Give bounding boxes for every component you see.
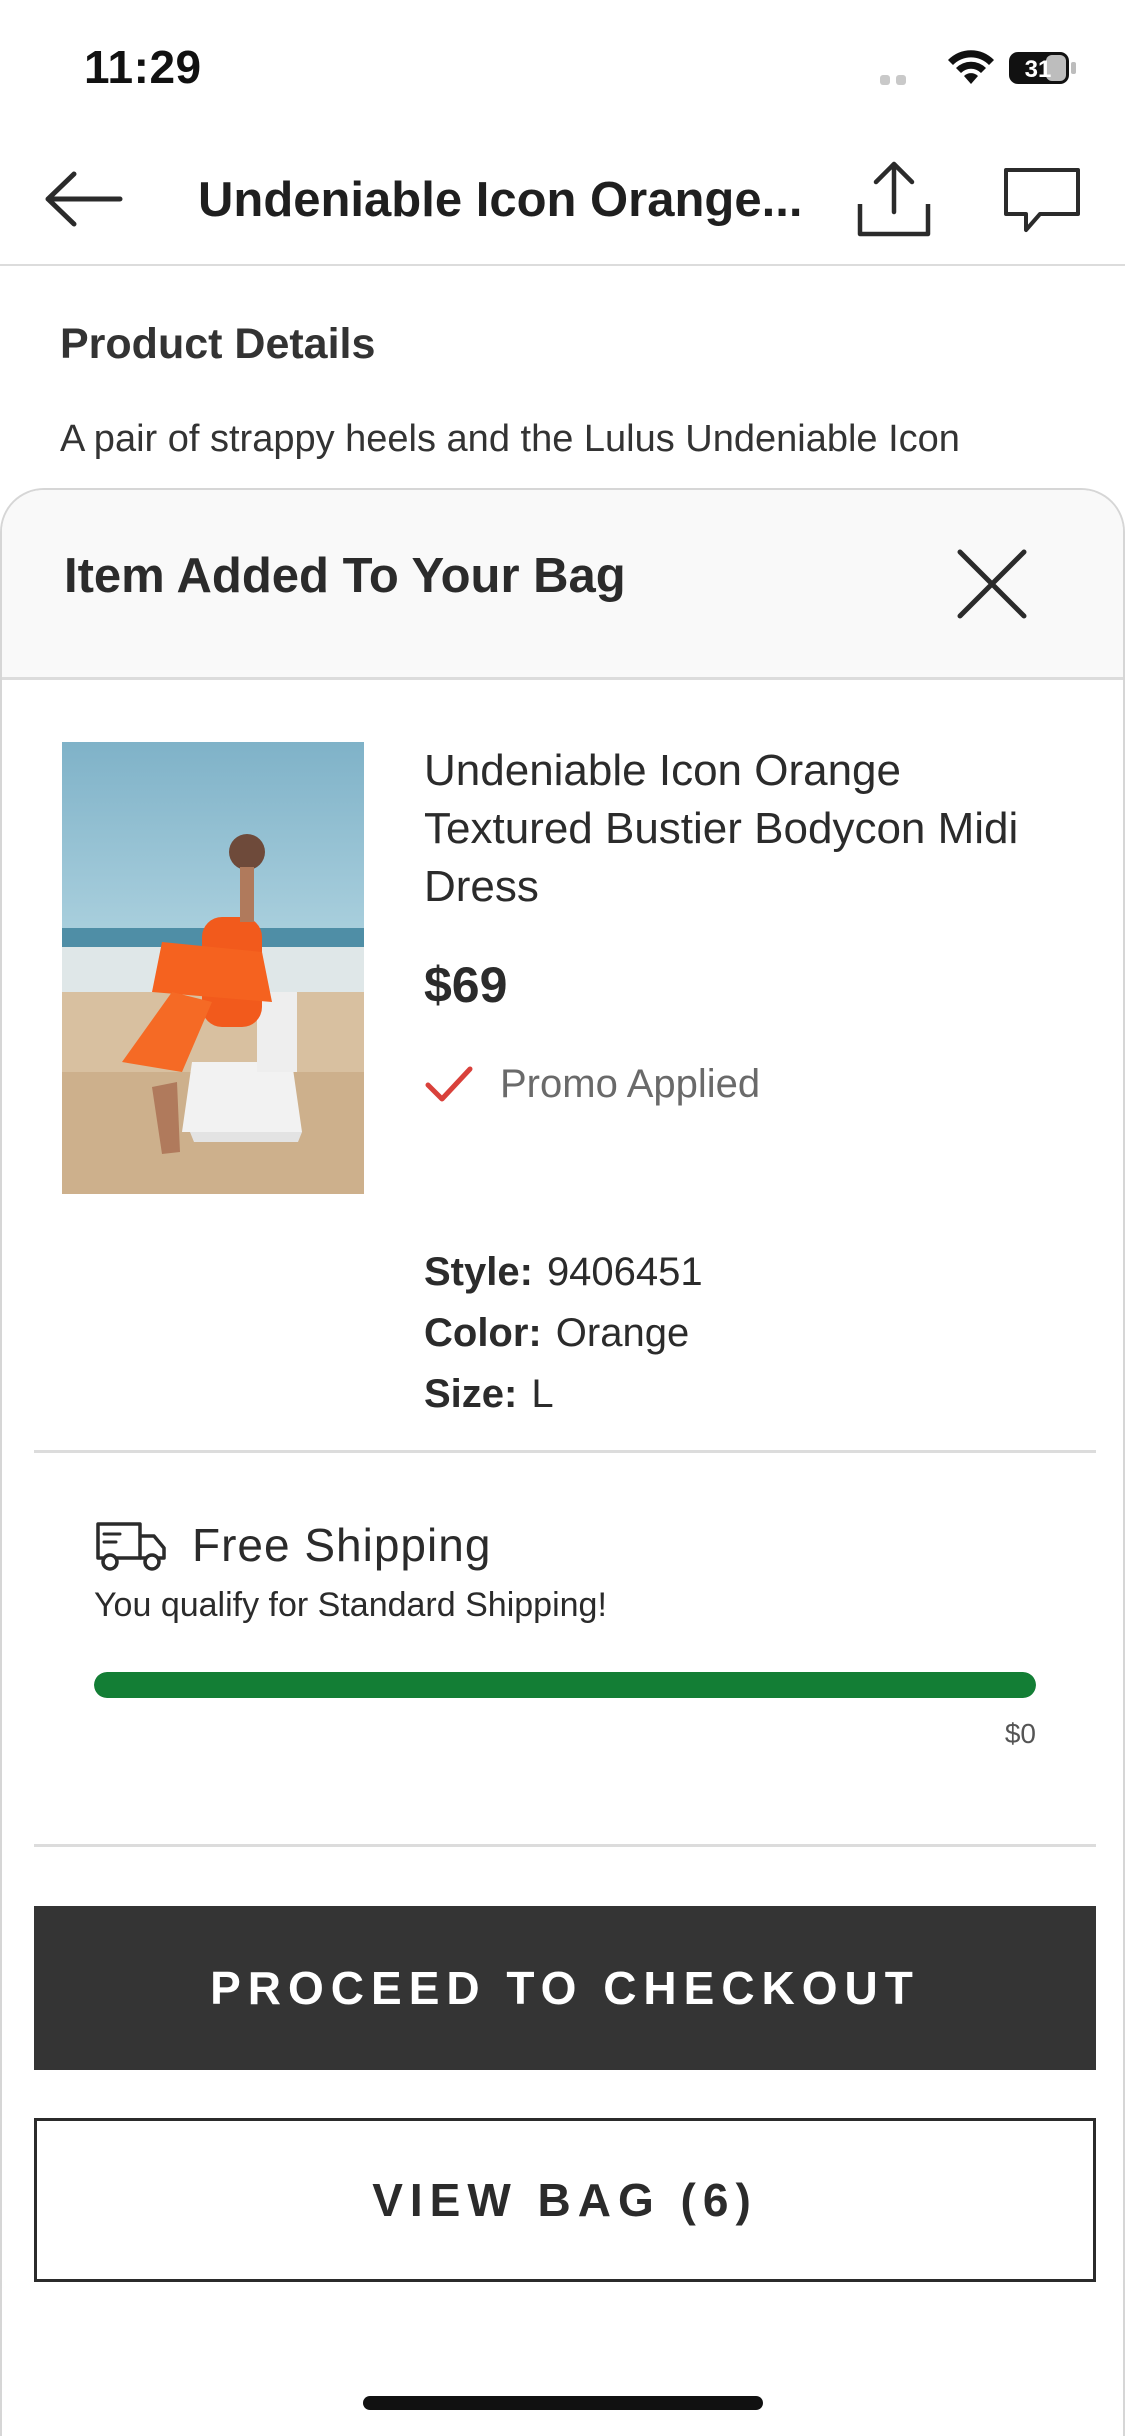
battery-icon: 31 [1009,52,1076,84]
wifi-icon [948,50,994,84]
cellular-signal-icon [880,72,920,85]
view-bag-button[interactable]: VIEW BAG (6) [34,2118,1096,2282]
chat-icon[interactable] [1000,164,1084,236]
shipping-remaining-amount: $0 [1004,1718,1036,1749]
shipping-progress-bar [94,1672,1036,1698]
nav-bar: Undeniable Icon Orange... [0,132,1125,266]
color-attribute: Color: Orange [424,1311,690,1355]
added-to-bag-sheet: Item Added To Your Bag Undeniable Icon O… [0,488,1125,2436]
product-image [62,742,364,1194]
size-attribute: Size: L [424,1372,554,1416]
shipping-subtitle: You qualify for Standard Shipping! [94,1586,607,1624]
truck-icon [96,1522,166,1571]
product-attributes: Style: 9406451 Color: Orange Size: L [424,1242,703,1425]
promo-applied-label: Promo Applied [500,1062,761,1106]
product-details-section: Product Details A pair of strappy heels … [60,320,1070,467]
divider [34,1450,1096,1453]
sheet-header: Item Added To Your Bag [2,490,1123,680]
shipping-title: Free Shipping [192,1519,492,1571]
checkmark-icon [425,1066,473,1101]
page-title: Undeniable Icon Orange... [198,173,803,227]
back-arrow-icon[interactable] [40,166,130,232]
home-indicator [363,2396,763,2410]
battery-level: 31 [1025,56,1052,83]
product-price: $69 [424,957,508,1013]
proceed-to-checkout-button[interactable]: PROCEED TO CHECKOUT [34,1906,1096,2070]
sheet-title: Item Added To Your Bag [64,549,626,603]
shipping-section: Free Shipping You qualify for Standard S… [94,1518,1036,1749]
product-info: Undeniable Icon Orange Textured Bustier … [424,742,1074,1107]
share-icon[interactable] [852,156,936,240]
product-details-heading: Product Details [60,320,376,368]
status-time: 11:29 [84,41,202,93]
promo-row: Promo Applied [424,1062,1074,1107]
status-bar: 11:29 31 [0,0,1125,132]
shipping-progress-fill [94,1672,1036,1698]
divider [34,1844,1096,1847]
close-icon[interactable] [952,544,1032,624]
product-details-text: A pair of strappy heels and the Lulus Un… [60,418,960,460]
product-name[interactable]: Undeniable Icon Orange Textured Bustier … [424,742,1074,916]
style-attribute: Style: 9406451 [424,1250,703,1294]
